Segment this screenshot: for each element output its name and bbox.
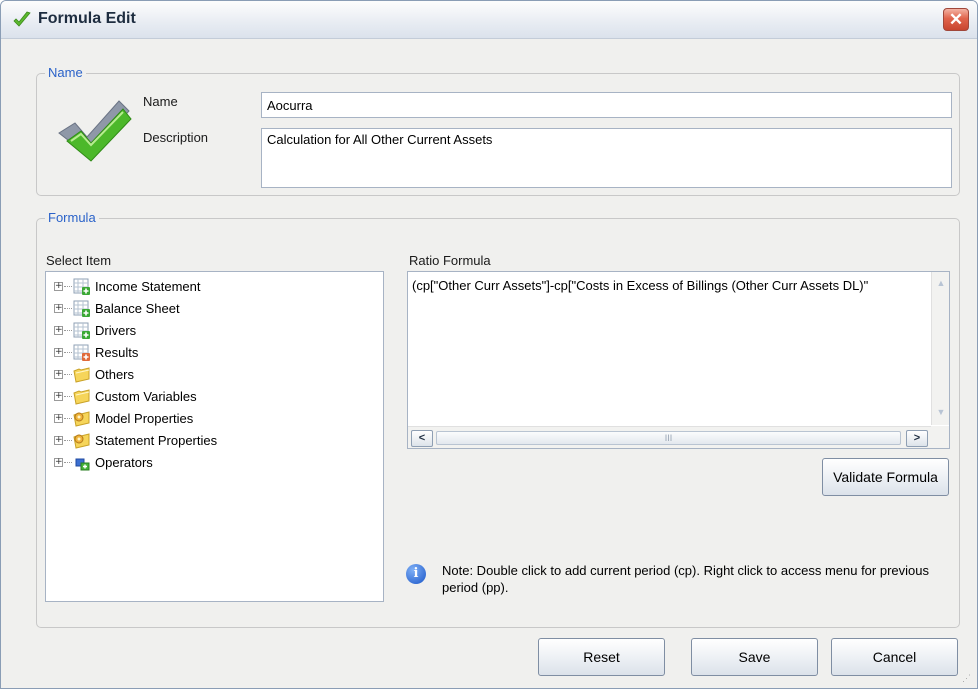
scroll-thumb[interactable]: III (436, 431, 901, 445)
tree-item[interactable]: + Balance Sheet (54, 298, 180, 319)
expand-icon[interactable]: + (54, 326, 63, 335)
scroll-corner (931, 426, 949, 448)
formula-edit-dialog: Formula Edit ✕ Name Name Description Cal… (0, 0, 978, 689)
tree-item[interactable]: + Drivers (54, 320, 136, 341)
tree-item-label: Model Properties (95, 411, 194, 426)
tree-item-label: Others (95, 367, 135, 382)
description-input[interactable]: Calculation for All Other Current Assets (261, 128, 952, 188)
expand-icon[interactable]: + (54, 370, 63, 379)
title-bar: Formula Edit ✕ (1, 1, 977, 39)
name-label: Name (143, 94, 178, 109)
ratio-formula-input[interactable]: (cp["Other Curr Assets"]-cp["Costs in Ex… (407, 271, 950, 449)
tree-item-label: Custom Variables (95, 389, 197, 404)
scroll-right-icon[interactable]: > (906, 430, 928, 447)
folder-icon (73, 388, 90, 405)
description-label: Description (143, 130, 209, 145)
tree-item[interactable]: + Income Statement (54, 276, 201, 297)
tree-item-label: Operators (95, 455, 153, 470)
grid-icon (73, 278, 90, 295)
save-button[interactable]: Save (691, 638, 818, 676)
checkmark-icon (13, 11, 31, 27)
reset-button[interactable]: Reset (538, 638, 665, 676)
tree-item[interactable]: + Statement Properties (54, 430, 217, 451)
validate-formula-button[interactable]: Validate Formula (822, 458, 949, 496)
grid-icon (73, 300, 90, 317)
folder-gear-icon (73, 410, 90, 427)
ratio-formula-text[interactable]: (cp["Other Curr Assets"]-cp["Costs in Ex… (412, 278, 922, 293)
item-tree[interactable]: + Income Statement + Balance Sheet + Dri… (45, 271, 384, 602)
expand-icon[interactable]: + (54, 458, 63, 467)
tree-item[interactable]: + Model Properties (54, 408, 193, 429)
tree-item-label: Statement Properties (95, 433, 218, 448)
grid-icon (73, 344, 90, 361)
horizontal-scrollbar[interactable]: < III > (408, 426, 933, 448)
close-button[interactable]: ✕ (943, 8, 969, 31)
expand-icon[interactable]: + (54, 304, 63, 313)
tree-item-label: Income Statement (95, 279, 201, 294)
scroll-down-icon[interactable]: ▼ (934, 405, 948, 419)
tree-item-label: Drivers (95, 323, 137, 338)
window-title: Formula Edit (38, 10, 136, 27)
folder-icon (73, 366, 90, 383)
resize-grip-icon[interactable]: ⋰ (962, 673, 974, 685)
tree-item[interactable]: + Others (54, 364, 134, 385)
cancel-button[interactable]: Cancel (831, 638, 958, 676)
select-item-label: Select Item (46, 253, 112, 268)
tree-item[interactable]: + Results (54, 342, 138, 363)
note-text: Note: Double click to add current period… (442, 563, 929, 595)
tree-item-label: Balance Sheet (95, 301, 180, 316)
name-group-legend: Name (45, 65, 86, 80)
name-input[interactable] (261, 92, 952, 118)
folder-gear-icon (73, 432, 90, 449)
grid-icon (73, 322, 90, 339)
ratio-formula-label: Ratio Formula (409, 253, 491, 268)
tree-item-label: Results (95, 345, 139, 360)
expand-icon[interactable]: + (54, 392, 63, 401)
info-icon: i (406, 564, 426, 584)
formula-group-legend: Formula (45, 210, 99, 225)
scroll-left-icon[interactable]: < (411, 430, 433, 447)
vertical-scrollbar[interactable]: ▲ ▼ (931, 272, 949, 425)
operators-icon (75, 458, 90, 470)
expand-icon[interactable]: + (54, 414, 63, 423)
tree-item[interactable]: + Operators (54, 452, 153, 473)
big-checkmark-icon (58, 100, 132, 162)
scroll-up-icon[interactable]: ▲ (934, 276, 948, 290)
expand-icon[interactable]: + (54, 436, 63, 445)
tree-item[interactable]: + Custom Variables (54, 386, 197, 407)
expand-icon[interactable]: + (54, 348, 63, 357)
expand-icon[interactable]: + (54, 282, 63, 291)
